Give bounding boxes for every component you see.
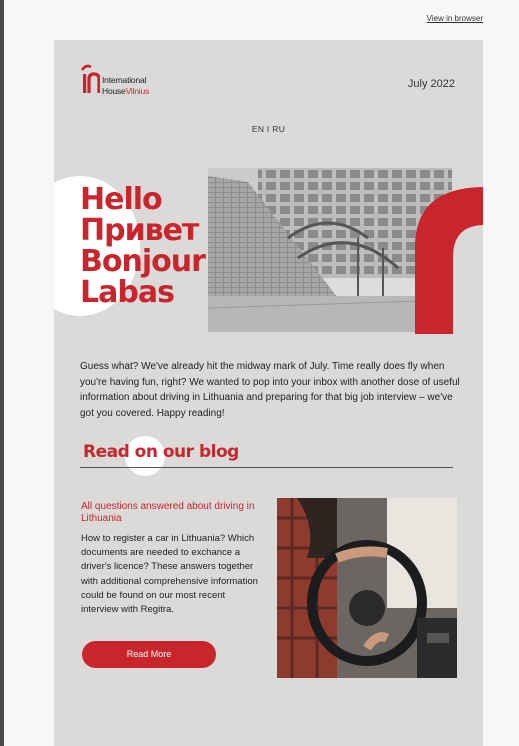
newsletter-card: International HouseVilnius July 2022 EN … (54, 40, 483, 746)
article-title[interactable]: All questions answered about driving in … (81, 501, 261, 525)
greeting-french: Bonjour (80, 244, 206, 279)
greeting-words: Hello Привет Bonjour Labas (80, 182, 206, 310)
logo-text-house-vilnius: HouseVilnius (102, 86, 149, 96)
window-left-border (0, 0, 4, 746)
issue-date: July 2022 (407, 78, 455, 90)
view-in-browser-link[interactable]: View in browser (427, 14, 483, 23)
greeting-lithuanian: Labas (80, 275, 175, 310)
driving-photo[interactable] (277, 498, 457, 678)
blog-section-title: Read on our blog (83, 442, 239, 462)
logo-text-international: International (102, 75, 147, 85)
language-switch[interactable]: EN I RU (54, 124, 483, 134)
intro-paragraph: Guess what? We've already hit the midway… (80, 361, 460, 419)
section-divider (80, 467, 453, 468)
read-more-button[interactable]: Read More (82, 641, 216, 668)
decor-red-arch (415, 187, 483, 334)
article-summary: How to register a car in Lithuania? Whic… (81, 533, 258, 616)
international-house-logo[interactable]: International HouseVilnius (80, 62, 180, 98)
blog-section-header: Read on our blog (80, 436, 455, 476)
logo-text-house: House (102, 86, 126, 96)
greeting-english: Hello (80, 182, 163, 217)
ih-logo-icon (80, 64, 100, 93)
hero-banner: Hello Привет Bonjour Labas (54, 168, 483, 338)
greeting-russian: Привет (80, 213, 199, 248)
logo-text-vilnius: Vilnius (125, 86, 150, 96)
